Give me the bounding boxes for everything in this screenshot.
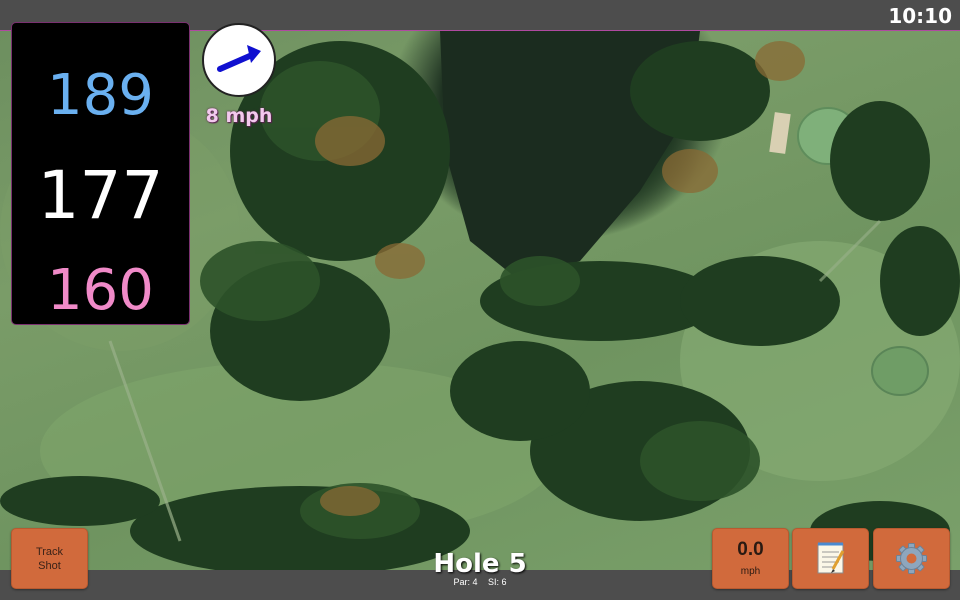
distance-middle: 177: [37, 157, 164, 234]
hole-stroke-index: SI: 6: [488, 577, 507, 587]
gear-icon: [896, 543, 927, 574]
speed-unit: mph: [740, 566, 761, 577]
track-shot-button[interactable]: Track Shot: [11, 528, 88, 589]
track-shot-label-line2: Shot: [38, 559, 61, 572]
notes-button[interactable]: [792, 528, 869, 589]
hole-meta: Par: 4 SI: 6: [380, 577, 580, 587]
distance-front: 160: [47, 258, 154, 323]
distance-back: 189: [47, 63, 154, 128]
hole-title: Hole 5: [433, 549, 527, 579]
clock: 10:10: [888, 4, 952, 28]
hole-par: Par: 4: [453, 577, 478, 587]
settings-button[interactable]: [873, 528, 950, 589]
track-shot-label-line1: Track: [35, 545, 64, 558]
distance-panel: 189 177 160: [11, 22, 190, 325]
wind-indicator: [202, 23, 276, 97]
speed-value: 0.0: [737, 539, 764, 560]
notepad-icon: [817, 542, 845, 574]
wind-arrow-icon: [217, 45, 261, 72]
speed-button[interactable]: 0.0 mph: [712, 528, 789, 589]
wind-speed: 8 mph: [205, 105, 273, 127]
